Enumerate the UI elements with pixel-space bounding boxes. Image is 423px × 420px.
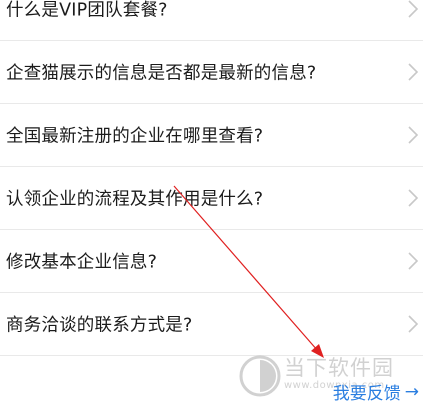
faq-item-vip-team[interactable]: 什么是VIP团队套餐? xyxy=(0,0,423,41)
chevron-right-icon xyxy=(405,188,421,208)
chevron-right-icon xyxy=(405,314,421,334)
arrow-right-icon: → xyxy=(404,381,419,402)
chevron-right-icon xyxy=(405,62,421,82)
faq-item-info-latest[interactable]: 企查猫展示的信息是否都是最新的信息? xyxy=(0,41,423,104)
watermark-title: 当下软件园 xyxy=(284,356,394,380)
faq-item-claim-company[interactable]: 认领企业的流程及其作用是什么? xyxy=(0,167,423,230)
faq-item-label: 什么是VIP团队套餐? xyxy=(6,0,168,21)
faq-item-label: 修改基本企业信息? xyxy=(6,252,158,273)
faq-item-label: 全国最新注册的企业在哪里查看? xyxy=(6,126,264,147)
faq-item-business-contact[interactable]: 商务洽谈的联系方式是? xyxy=(0,293,423,356)
help-faq-screen: 什么是VIP团队套餐? 企查猫展示的信息是否都是最新的信息? 全国最新注册的企业… xyxy=(0,0,423,420)
feedback-label: 我要反馈 xyxy=(332,384,401,404)
chevron-right-icon xyxy=(405,125,421,145)
faq-list: 什么是VIP团队套餐? 企查猫展示的信息是否都是最新的信息? 全国最新注册的企业… xyxy=(0,0,423,356)
chevron-right-icon xyxy=(405,251,421,271)
feedback-link[interactable]: 我要反馈 → xyxy=(332,379,419,405)
faq-item-label: 认领企业的流程及其作用是什么? xyxy=(6,189,264,210)
watermark-logo-icon xyxy=(239,355,281,397)
faq-item-edit-company-info[interactable]: 修改基本企业信息? xyxy=(0,230,423,293)
chevron-right-icon xyxy=(405,0,421,19)
faq-item-new-registrations[interactable]: 全国最新注册的企业在哪里查看? xyxy=(0,104,423,167)
faq-item-label: 商务洽谈的联系方式是? xyxy=(6,315,193,336)
faq-item-label: 企查猫展示的信息是否都是最新的信息? xyxy=(6,63,317,84)
